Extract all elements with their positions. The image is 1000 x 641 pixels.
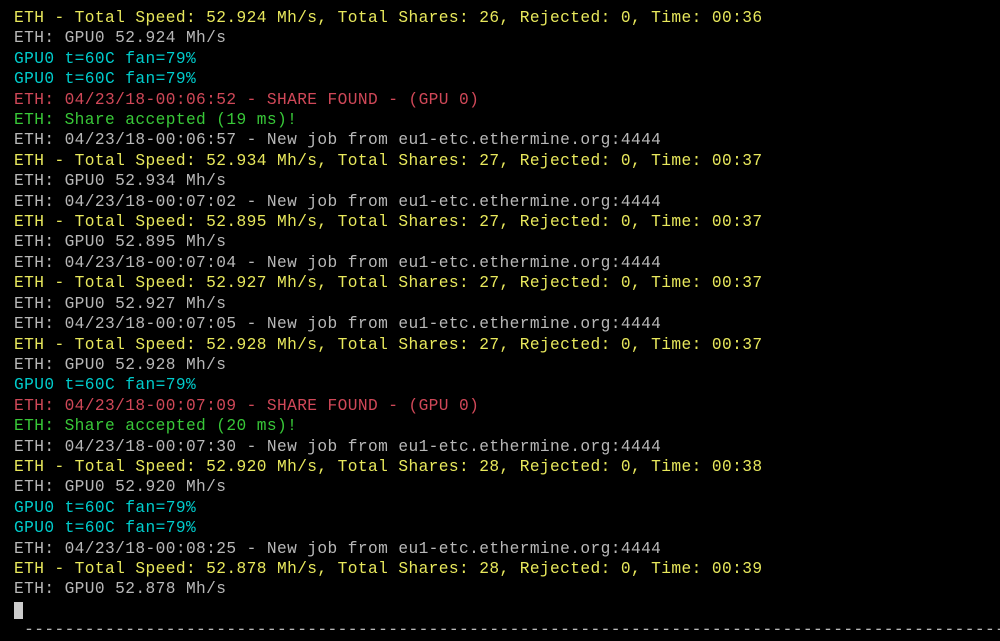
log-line: GPU0 t=60C fan=79% [14, 518, 986, 538]
log-line: ETH: 04/23/18-00:07:02 - New job from eu… [14, 192, 986, 212]
cursor-line [14, 600, 986, 620]
terminal-output[interactable]: ETH - Total Speed: 52.924 Mh/s, Total Sh… [14, 8, 986, 641]
log-line: ETH: 04/23/18-00:06:57 - New job from eu… [14, 130, 986, 150]
log-line: ETH - Total Speed: 52.895 Mh/s, Total Sh… [14, 212, 986, 232]
log-line: ETH: Share accepted (19 ms)! [14, 110, 986, 130]
log-line: ETH - Total Speed: 52.928 Mh/s, Total Sh… [14, 335, 986, 355]
log-line: ETH - Total Speed: 52.927 Mh/s, Total Sh… [14, 273, 986, 293]
log-line: GPU0 t=60C fan=79% [14, 498, 986, 518]
log-line: ETH: GPU0 52.878 Mh/s [14, 579, 986, 599]
log-line: ETH: GPU0 52.927 Mh/s [14, 294, 986, 314]
log-line: ETH: 04/23/18-00:07:04 - New job from eu… [14, 253, 986, 273]
log-line: ETH - Total Speed: 52.878 Mh/s, Total Sh… [14, 559, 986, 579]
log-line: ETH: GPU0 52.928 Mh/s [14, 355, 986, 375]
log-line: ETH: GPU0 52.924 Mh/s [14, 28, 986, 48]
log-line: GPU0 t=60C fan=79% [14, 69, 986, 89]
log-line: ETH - Total Speed: 52.920 Mh/s, Total Sh… [14, 457, 986, 477]
log-line: ETH: GPU0 52.934 Mh/s [14, 171, 986, 191]
log-line: ETH: 04/23/18-00:06:52 - SHARE FOUND - (… [14, 90, 986, 110]
log-line: ETH: 04/23/18-00:07:30 - New job from eu… [14, 437, 986, 457]
log-line: ETH: GPU0 52.895 Mh/s [14, 232, 986, 252]
divider-line: ----------------------------------------… [14, 620, 986, 640]
log-line: ETH: 04/23/18-00:07:09 - SHARE FOUND - (… [14, 396, 986, 416]
log-line: ETH - Total Speed: 52.934 Mh/s, Total Sh… [14, 151, 986, 171]
log-line: GPU0 t=60C fan=79% [14, 375, 986, 395]
log-line: ETH: 04/23/18-00:07:05 - New job from eu… [14, 314, 986, 334]
log-line: ETH: 04/23/18-00:08:25 - New job from eu… [14, 539, 986, 559]
log-line: ETH - Total Speed: 52.924 Mh/s, Total Sh… [14, 8, 986, 28]
log-line: ETH: GPU0 52.920 Mh/s [14, 477, 986, 497]
log-line: ETH: Share accepted (20 ms)! [14, 416, 986, 436]
cursor-icon [14, 602, 23, 619]
log-line: GPU0 t=60C fan=79% [14, 49, 986, 69]
